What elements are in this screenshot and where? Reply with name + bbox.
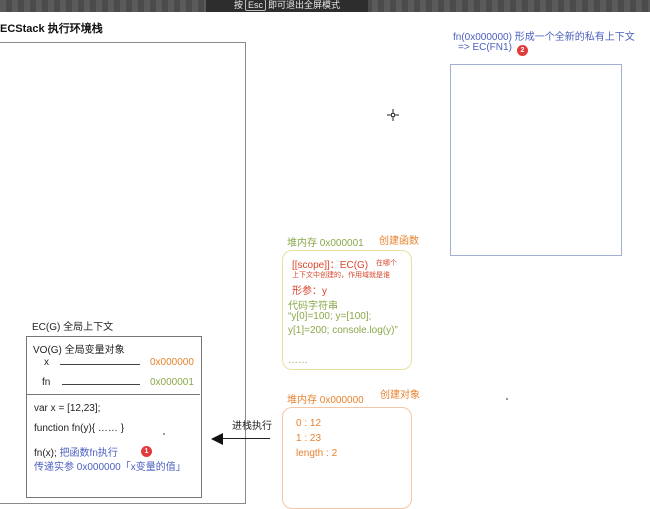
heap-fn-code-title: 代码字符串 — [288, 301, 338, 312]
exec-arrow-head-icon — [211, 433, 223, 445]
code-line-4: 传递实参 0x000000「x变量的值」 — [34, 462, 186, 473]
move-cursor-icon — [387, 109, 399, 121]
hint-suffix: 即可退出全屏模式 — [268, 0, 341, 10]
vo-title: VO(G) 全局变量对象 — [33, 345, 125, 356]
var-x-name: x — [44, 357, 49, 368]
heap-fn-code-2: y[1]=200; console.log(y)” — [288, 325, 398, 336]
var-x-addr: 0x000000 — [150, 357, 194, 368]
fullscreen-hint: 按 Esc 即可退出全屏模式 — [206, 0, 368, 12]
fn-context-line-2: => EC(FN1) — [458, 42, 512, 53]
hint-prefix: 按 — [233, 0, 243, 10]
heap-obj-prop-0: 0 : 12 — [296, 418, 322, 429]
heap-obj-prop-1: 1 : 23 — [296, 433, 322, 444]
stray-dot — [163, 433, 165, 435]
heap-obj-title: 堆内存 0x000000 — [287, 395, 364, 406]
heap-fn-scope-note-2: 上下文中创建的，作用域就是谁 — [292, 272, 390, 279]
var-fn-addr: 0x000001 — [150, 377, 194, 388]
var-x-line — [60, 364, 140, 365]
heap-obj-prop-2: length : 2 — [296, 448, 338, 459]
code-line-3: fn(x); 把函数fn执行 — [34, 444, 118, 459]
heap-obj-note: 创建对象 — [380, 390, 420, 401]
code-line-1: var x = [12,23]; — [34, 403, 101, 414]
heap-fn-params: 形参：y — [292, 286, 327, 297]
fn-context-box — [450, 64, 622, 256]
heap-fn-code-1: “y[0]=100; y=[100]; — [288, 311, 372, 322]
exec-arrow-label: 进栈执行 — [232, 421, 272, 432]
exec-arrow-line — [222, 438, 270, 439]
heap-fn-title: 堆内存 0x000001 — [287, 238, 364, 249]
var-fn-name: fn — [42, 377, 51, 388]
var-fn-line — [62, 384, 140, 385]
fn-context-line-1: fn(0x000000) 形成一个全新的私有上下文 — [453, 32, 635, 43]
heap-fn-scope: [[scope]]：EC(G) — [292, 260, 369, 271]
code-line-2: function fn(y){ …… } — [34, 423, 125, 434]
ecg-title: EC(G) 全局上下文 — [32, 322, 114, 333]
heap-fn-ellipsis: …… — [288, 355, 308, 366]
step-badge-2: 2 — [517, 45, 528, 56]
ecstack-title: ECStack 执行环境栈 — [0, 23, 103, 35]
step-badge-1: 1 — [141, 446, 152, 457]
esc-key: Esc — [244, 0, 266, 11]
ecg-divider — [26, 394, 200, 395]
heap-fn-scope-note-1: 在哪个 — [376, 260, 397, 267]
heap-fn-note: 创建函数 — [379, 236, 419, 247]
stray-dot — [506, 398, 508, 400]
